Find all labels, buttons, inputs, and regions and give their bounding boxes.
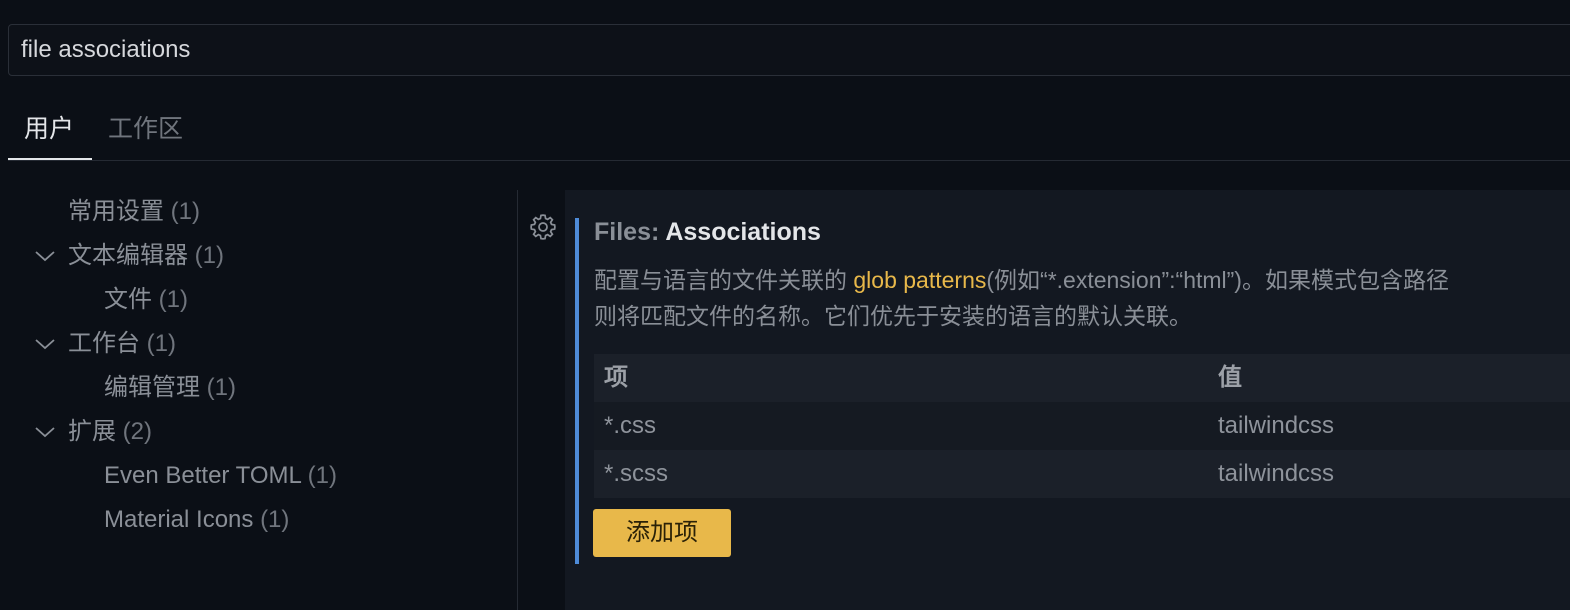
toc-item-label: 文本编辑器 [68, 242, 188, 269]
toc-item-common[interactable]: 常用设置 (1) [68, 192, 200, 232]
column-header-value: 值 [1218, 364, 1242, 391]
column-header-key: 项 [604, 364, 628, 391]
row-value: tailwindcss [1218, 460, 1335, 487]
chevron-down-icon[interactable] [34, 324, 58, 364]
toc-item-workbench[interactable]: 工作台 (1) [68, 324, 176, 364]
description-text: 配置与语言的文件关联的 [594, 267, 854, 293]
setting-title: Files: Associations [594, 214, 821, 250]
focus-indicator [575, 218, 579, 564]
toc-item-label: 常用设置 [68, 198, 164, 225]
toc-item-label: Material Icons [104, 506, 254, 533]
toc-item-material-icons[interactable]: Material Icons (1) [104, 500, 289, 540]
toc-item-count: (1) [146, 330, 177, 357]
toc-item-count: (1) [260, 506, 290, 533]
table-row[interactable]: *.scss tailwindcss [594, 450, 1570, 498]
toc-item-extensions[interactable]: 扩展 (2) [68, 412, 152, 452]
toc-item-label: 编辑管理 [104, 374, 200, 401]
glob-patterns-link[interactable]: glob patterns [853, 267, 986, 293]
description-text: (例如“*.extension”:“html”)。如果模式包含路径 [986, 267, 1449, 293]
settings-scope-tabs: 用户 工作区 [8, 100, 1570, 161]
description-line-2: 则将匹配文件的名称。它们优先于安装的语言的默认关联。 [594, 303, 1192, 329]
row-value: tailwindcss [1218, 412, 1335, 439]
toc-item-label: 扩展 [68, 418, 116, 445]
toc-item-label: 文件 [104, 286, 152, 313]
settings-search-box[interactable] [8, 24, 1570, 76]
description-line-1: 配置与语言的文件关联的 glob patterns(例如“*.extension… [594, 262, 1570, 298]
toc-item-count: (1) [158, 286, 189, 313]
tab-workspace[interactable]: 工作区 [108, 100, 183, 160]
chevron-down-icon[interactable] [34, 236, 58, 276]
tab-user[interactable]: 用户 [8, 100, 92, 160]
settings-toc: 常用设置 (1) 文本编辑器 (1) 文件 (1) 工作台 (1) 编辑管理 (… [0, 190, 518, 610]
row-key: *.css [604, 412, 657, 439]
associations-table: 项 值 *.css tailwindcss *.scss tailwindcss [594, 354, 1570, 498]
toc-item-files[interactable]: 文件 (1) [104, 280, 188, 320]
toc-item-even-better-toml[interactable]: Even Better TOML (1) [104, 456, 337, 496]
add-item-button[interactable]: 添加项 [593, 509, 731, 557]
toc-item-count: (1) [170, 198, 201, 225]
row-key: *.scss [604, 460, 669, 487]
setting-name: Associations [665, 218, 821, 246]
table-header: 项 值 [594, 354, 1570, 402]
gear-icon[interactable] [528, 212, 558, 242]
toc-item-count: (2) [122, 418, 153, 445]
search-input[interactable] [21, 25, 1521, 75]
toc-item-count: (1) [194, 242, 225, 269]
toc-item-count: (1) [206, 374, 237, 401]
chevron-down-icon[interactable] [34, 412, 58, 452]
setting-description: 配置与语言的文件关联的 glob patterns(例如“*.extension… [594, 262, 1570, 334]
table-row[interactable]: *.css tailwindcss [594, 402, 1570, 450]
toc-item-label: 工作台 [68, 330, 140, 357]
setting-category: Files: [594, 218, 666, 246]
toc-item-editor-management[interactable]: 编辑管理 (1) [104, 368, 236, 408]
toc-item-label: Even Better TOML [104, 462, 301, 489]
toc-item-text-editor[interactable]: 文本编辑器 (1) [68, 236, 224, 276]
toc-item-count: (1) [307, 462, 337, 489]
